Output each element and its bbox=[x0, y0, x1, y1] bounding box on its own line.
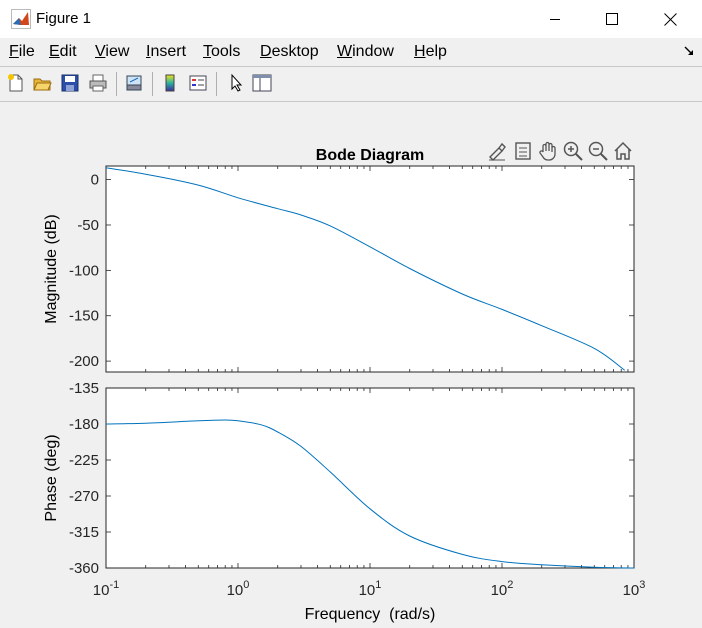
print-button[interactable] bbox=[86, 71, 110, 95]
home-icon[interactable] bbox=[612, 140, 634, 162]
phase-y-tick-label: -135 bbox=[69, 380, 99, 397]
matlab-logo-icon bbox=[11, 9, 31, 29]
open-file-icon bbox=[33, 78, 52, 91]
menu-help[interactable]: Help bbox=[414, 43, 447, 61]
x-tick-label: 102 bbox=[491, 579, 514, 599]
menu-edit[interactable]: Edit bbox=[49, 43, 77, 61]
phase-y-tick-label: -360 bbox=[69, 560, 99, 577]
link-plot-icon bbox=[126, 75, 142, 91]
magnitude-axes bbox=[105, 165, 635, 373]
magnitude-y-tick-label: -100 bbox=[69, 262, 99, 279]
figure-canvas: 0 -50 -100 -150 -200 Magnitude (dB) -135 -180 -2… bbox=[0, 102, 702, 628]
menu-bar: File Edit View Insert Tools Desktop Wind… bbox=[0, 38, 702, 66]
save-icon bbox=[61, 74, 79, 92]
phase-y-tick-label: -315 bbox=[69, 524, 99, 541]
pointer-button[interactable] bbox=[224, 71, 248, 95]
x-tick-label: 10-1 bbox=[93, 579, 119, 599]
dock-arrow-icon[interactable] bbox=[684, 46, 694, 56]
menu-view[interactable]: View bbox=[95, 43, 129, 61]
link-plot-button[interactable] bbox=[122, 71, 146, 95]
magnitude-y-label: Magnitude (dB) bbox=[43, 214, 60, 323]
legend-icon bbox=[189, 75, 207, 91]
colorbar-icon bbox=[165, 74, 175, 92]
toolbar-separator bbox=[116, 72, 117, 96]
pan-icon[interactable] bbox=[537, 140, 559, 162]
menu-insert[interactable]: Insert bbox=[146, 43, 186, 61]
new-figure-button[interactable] bbox=[4, 71, 28, 95]
save-button[interactable] bbox=[58, 71, 82, 95]
phase-y-tick-label: -270 bbox=[69, 488, 99, 505]
window-titlebar: Figure 1 bbox=[0, 0, 702, 38]
brush-icon[interactable] bbox=[486, 140, 508, 162]
x-tick-label: 101 bbox=[359, 579, 382, 599]
window-title: Figure 1 bbox=[36, 10, 92, 27]
magnitude-y-tick-label: -150 bbox=[69, 308, 99, 325]
property-inspector-icon bbox=[252, 74, 272, 92]
close-button[interactable] bbox=[647, 0, 693, 38]
zoom-in-icon[interactable] bbox=[562, 140, 584, 162]
phase-y-tick-label: -225 bbox=[69, 452, 99, 469]
chart-title: Bode Diagram bbox=[316, 147, 424, 164]
data-tip-icon[interactable] bbox=[512, 140, 534, 162]
legend-button[interactable] bbox=[186, 71, 210, 95]
bode-chart: 0 -50 -100 -150 -200 Magnitude (dB) -135 -180 -2… bbox=[43, 147, 646, 623]
minimize-button[interactable] bbox=[532, 0, 578, 38]
menu-window[interactable]: Window bbox=[337, 43, 394, 61]
figure-toolbar bbox=[0, 67, 702, 101]
menu-tools[interactable]: Tools bbox=[203, 43, 240, 61]
phase-y-label: Phase (deg) bbox=[43, 434, 60, 521]
menu-file[interactable]: File bbox=[9, 43, 35, 61]
open-file-button[interactable] bbox=[30, 71, 54, 95]
toolbar-separator bbox=[152, 72, 153, 96]
minimize-icon bbox=[550, 19, 560, 20]
colorbar-button[interactable] bbox=[158, 71, 182, 95]
pointer-icon bbox=[231, 73, 243, 92]
toolbar-separator bbox=[216, 72, 217, 96]
maximize-button[interactable] bbox=[589, 0, 635, 38]
x-tick-label: 100 bbox=[227, 579, 250, 599]
new-figure-icon bbox=[8, 74, 23, 92]
magnitude-y-tick-label: -50 bbox=[77, 217, 99, 234]
menu-desktop[interactable]: Desktop bbox=[260, 43, 319, 61]
x-axis-label: Frequency (rad/s) bbox=[305, 606, 436, 623]
maximize-icon bbox=[606, 13, 618, 25]
property-inspector-button[interactable] bbox=[250, 71, 274, 95]
x-tick-label: 103 bbox=[623, 579, 646, 599]
zoom-out-icon[interactable] bbox=[587, 140, 609, 162]
phase-y-tick-label: -180 bbox=[69, 416, 99, 433]
phase-axes bbox=[105, 387, 635, 569]
magnitude-y-tick-label: -200 bbox=[69, 353, 99, 370]
print-icon bbox=[89, 74, 107, 92]
close-icon bbox=[663, 12, 677, 26]
magnitude-y-tick-label: 0 bbox=[91, 172, 99, 189]
